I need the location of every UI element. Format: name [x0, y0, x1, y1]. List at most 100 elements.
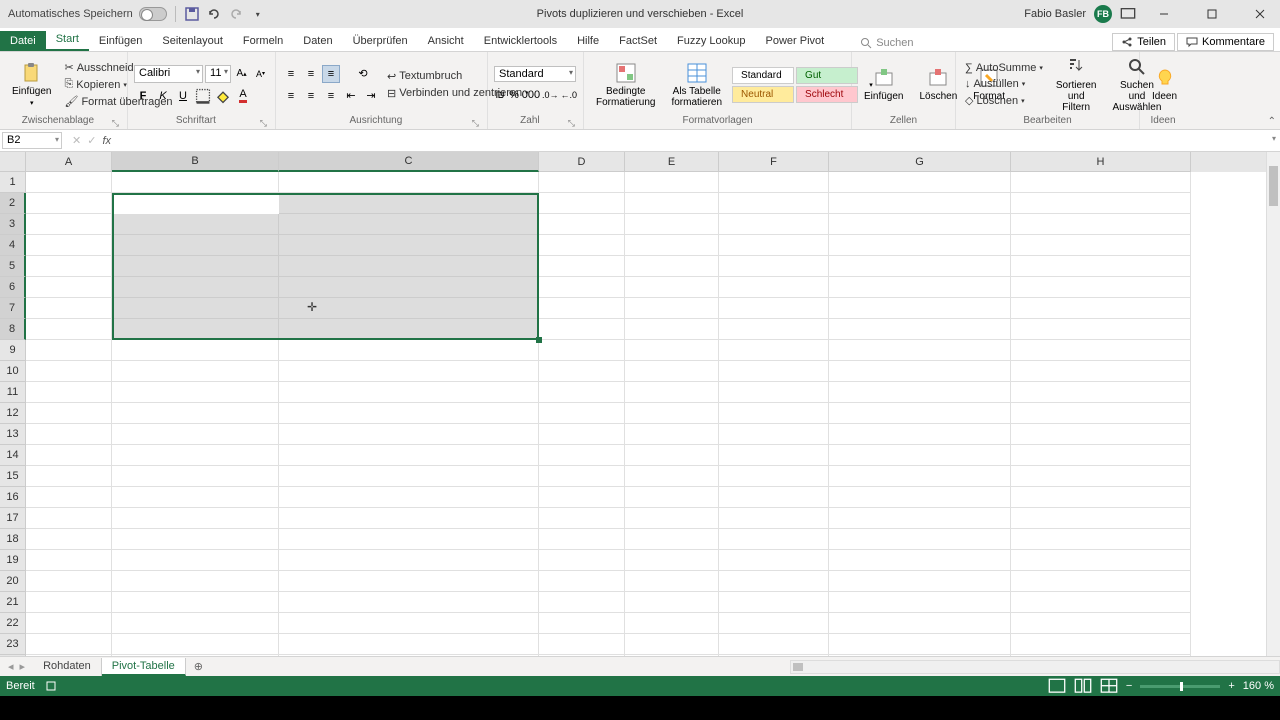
cell[interactable] — [112, 235, 279, 256]
cell[interactable] — [719, 382, 829, 403]
tab-file[interactable]: Datei — [0, 31, 46, 51]
enter-formula-icon[interactable]: ✓ — [87, 134, 96, 147]
row-header[interactable]: 10 — [0, 361, 26, 382]
cell[interactable] — [26, 172, 112, 193]
cell[interactable] — [625, 193, 719, 214]
cell[interactable] — [279, 256, 539, 277]
row-header[interactable]: 6 — [0, 277, 26, 298]
fx-icon[interactable]: fx — [102, 135, 111, 147]
cell[interactable] — [112, 529, 279, 550]
close-button[interactable] — [1240, 0, 1280, 28]
number-format-combo[interactable]: Standard — [494, 66, 576, 82]
cell[interactable] — [279, 424, 539, 445]
cell[interactable] — [829, 193, 1011, 214]
cell[interactable] — [112, 655, 279, 656]
cell[interactable] — [112, 172, 279, 193]
cell[interactable] — [279, 571, 539, 592]
sheet-nav-prev-icon[interactable]: ◂ — [8, 660, 14, 673]
cell[interactable] — [719, 424, 829, 445]
cell[interactable] — [829, 424, 1011, 445]
cell[interactable] — [26, 319, 112, 340]
row-header[interactable]: 12 — [0, 403, 26, 424]
tab-review[interactable]: Überprüfen — [343, 31, 418, 51]
cell[interactable] — [1011, 508, 1191, 529]
cell[interactable] — [112, 340, 279, 361]
cell[interactable] — [625, 655, 719, 656]
cell[interactable] — [112, 592, 279, 613]
cell[interactable] — [26, 403, 112, 424]
italic-icon[interactable]: K — [154, 87, 172, 105]
cell[interactable] — [112, 613, 279, 634]
column-header[interactable]: H — [1011, 152, 1191, 172]
cell[interactable] — [829, 571, 1011, 592]
cell[interactable] — [539, 634, 625, 655]
clipboard-launcher-icon[interactable]: ⤡ — [110, 118, 121, 129]
decrease-indent-icon[interactable]: ⇤ — [342, 87, 360, 105]
cell[interactable] — [539, 613, 625, 634]
sheet-nav-next-icon[interactable]: ▸ — [20, 660, 26, 673]
cell[interactable] — [1011, 445, 1191, 466]
cell[interactable] — [112, 634, 279, 655]
search-box[interactable]: Suchen — [854, 35, 919, 51]
zoom-out-icon[interactable]: − — [1126, 680, 1132, 692]
underline-icon[interactable]: U — [174, 87, 192, 105]
cell[interactable] — [539, 445, 625, 466]
tab-factset[interactable]: FactSet — [609, 31, 667, 51]
cell[interactable] — [1011, 319, 1191, 340]
cell[interactable] — [112, 382, 279, 403]
format-as-table-button[interactable]: Als Tabelle formatieren — [665, 54, 728, 115]
view-pagebreak-icon[interactable] — [1100, 679, 1118, 693]
cell[interactable] — [829, 445, 1011, 466]
cell[interactable] — [829, 235, 1011, 256]
cell[interactable] — [829, 340, 1011, 361]
row-header[interactable]: 20 — [0, 571, 26, 592]
cell[interactable] — [539, 424, 625, 445]
cell[interactable] — [279, 466, 539, 487]
cell[interactable] — [829, 298, 1011, 319]
align-right-icon[interactable]: ≡ — [322, 87, 340, 105]
cell[interactable] — [625, 172, 719, 193]
cell[interactable] — [539, 487, 625, 508]
cell[interactable] — [719, 193, 829, 214]
autosave-toggle[interactable] — [139, 7, 167, 21]
cancel-formula-icon[interactable]: ✕ — [72, 134, 81, 147]
cell[interactable] — [1011, 403, 1191, 424]
zoom-slider[interactable] — [1140, 685, 1220, 688]
row-header[interactable]: 9 — [0, 340, 26, 361]
cell[interactable] — [719, 550, 829, 571]
cell[interactable] — [1011, 235, 1191, 256]
column-header[interactable]: C — [279, 152, 539, 172]
cell[interactable] — [112, 550, 279, 571]
cell[interactable] — [719, 403, 829, 424]
cell[interactable] — [26, 277, 112, 298]
cell[interactable] — [719, 592, 829, 613]
cell[interactable] — [625, 634, 719, 655]
cell[interactable] — [719, 466, 829, 487]
save-icon[interactable] — [184, 6, 200, 22]
increase-decimal-icon[interactable]: .0→ — [542, 86, 559, 104]
collapse-ribbon-icon[interactable]: ⌃ — [1268, 116, 1276, 127]
tab-pagelayout[interactable]: Seitenlayout — [152, 31, 233, 51]
accounting-format-icon[interactable]: ₪ — [494, 86, 506, 104]
align-bottom-icon[interactable]: ≡ — [322, 65, 340, 83]
cell[interactable] — [279, 508, 539, 529]
cell[interactable] — [539, 214, 625, 235]
row-header[interactable]: 21 — [0, 592, 26, 613]
cell[interactable] — [279, 298, 539, 319]
cell[interactable] — [112, 466, 279, 487]
cell[interactable] — [112, 487, 279, 508]
cell[interactable] — [539, 571, 625, 592]
fill-color-icon[interactable] — [214, 87, 232, 105]
cell[interactable] — [26, 655, 112, 656]
cell[interactable] — [829, 361, 1011, 382]
tab-data[interactable]: Daten — [293, 31, 342, 51]
cell[interactable] — [829, 172, 1011, 193]
cell[interactable] — [1011, 361, 1191, 382]
ribbon-display-icon[interactable] — [1120, 6, 1136, 22]
cell[interactable] — [539, 529, 625, 550]
row-header[interactable]: 4 — [0, 235, 26, 256]
cell[interactable] — [279, 634, 539, 655]
select-all-corner[interactable] — [0, 152, 26, 172]
cell[interactable] — [112, 214, 279, 235]
column-header[interactable]: E — [625, 152, 719, 172]
